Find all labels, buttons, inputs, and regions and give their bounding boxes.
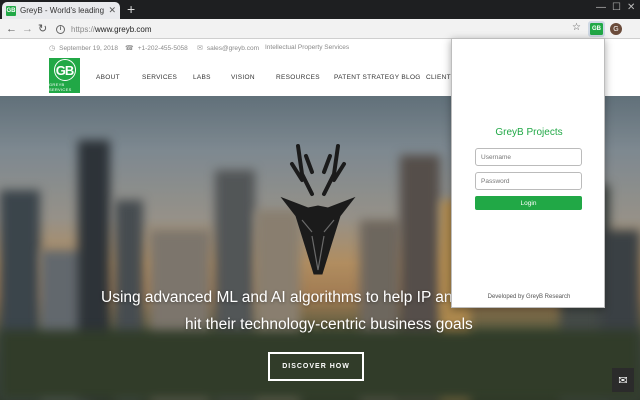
envelope-icon: ✉ — [618, 374, 628, 387]
forward-arrow-icon[interactable]: → — [22, 22, 33, 36]
clock-icon: ◷ — [49, 45, 56, 52]
greyb-extension-popup: GreyB Projects Login Developed by GreyB … — [451, 38, 605, 308]
browser-toolbar: ← → ↻ i https:// www.greyb.com ☆ ⋮ — [0, 19, 640, 53]
browser-tab[interactable]: GB GreyB - World's leading te ✕ — [2, 2, 120, 19]
nav-resources[interactable]: RESOURCES — [276, 74, 320, 81]
nav-services[interactable]: SERVICES — [142, 74, 177, 81]
password-field[interactable] — [475, 172, 582, 190]
url-host: www.greyb.com — [95, 24, 152, 34]
date-text: September 19, 2018 — [59, 44, 119, 52]
new-tab-button[interactable]: + — [127, 1, 135, 17]
nav-about[interactable]: ABOUT — [96, 74, 120, 81]
back-arrow-icon[interactable]: ← — [6, 22, 17, 36]
discover-how-button[interactable]: DISCOVER HOW — [268, 352, 364, 381]
envelope-icon: ✉ — [197, 45, 203, 52]
close-window-icon[interactable]: ✕ — [627, 2, 635, 13]
greyb-extension-icon[interactable]: GB — [588, 21, 605, 37]
popup-title: GreyB Projects — [495, 127, 563, 138]
greyb-logo[interactable]: GB GREYB SERVICES — [49, 58, 80, 93]
profile-avatar[interactable]: G — [610, 23, 622, 35]
logo-subtitle: GREYB SERVICES — [49, 82, 72, 92]
nav-labs[interactable]: LABS — [193, 74, 211, 81]
maximize-icon[interactable]: ☐ — [612, 2, 621, 13]
hero-headline-line2: hit their technology-centric business go… — [185, 316, 473, 333]
login-button[interactable]: Login — [475, 196, 582, 210]
phone-info[interactable]: ☎ +1-202-455-5058 — [125, 44, 188, 53]
username-field[interactable] — [475, 148, 582, 166]
tagline-text: Intellectual Property Services — [265, 44, 350, 51]
info-icon[interactable]: i — [56, 24, 65, 34]
email-text: sales@greyb.com — [206, 44, 259, 52]
contact-mail-button[interactable]: ✉ — [612, 368, 634, 392]
phone-text: +1-202-455-5058 — [137, 44, 188, 52]
deer-head-icon — [280, 144, 356, 275]
date-info: ◷ September 19, 2018 — [49, 44, 119, 53]
email-info[interactable]: ✉ sales@greyb.com — [197, 44, 259, 53]
phone-icon: ☎ — [125, 45, 134, 52]
tab-title: GreyB - World's leading te — [20, 6, 106, 15]
star-icon[interactable]: ☆ — [572, 22, 581, 33]
address-bar[interactable]: i https:// www.greyb.com — [56, 22, 576, 36]
minimize-icon[interactable]: — — [596, 2, 606, 13]
nav-vision[interactable]: VISION — [231, 74, 255, 81]
url-scheme: https:// — [71, 24, 96, 34]
logo-mark: GB — [53, 59, 76, 81]
tab-favicon: GB — [6, 5, 16, 16]
popup-footer: Developed by GreyB Research — [487, 294, 571, 300]
close-tab-icon[interactable]: ✕ — [108, 5, 116, 16]
reload-icon[interactable]: ↻ — [38, 22, 47, 36]
browser-tab-bar: GB GreyB - World's leading te ✕ + — ☐ ✕ — [0, 0, 640, 19]
nav-patent-strategy-blog[interactable]: PATENT STRATEGY BLOG — [334, 74, 421, 81]
tagline-info: Intellectual Property Services — [265, 44, 349, 51]
